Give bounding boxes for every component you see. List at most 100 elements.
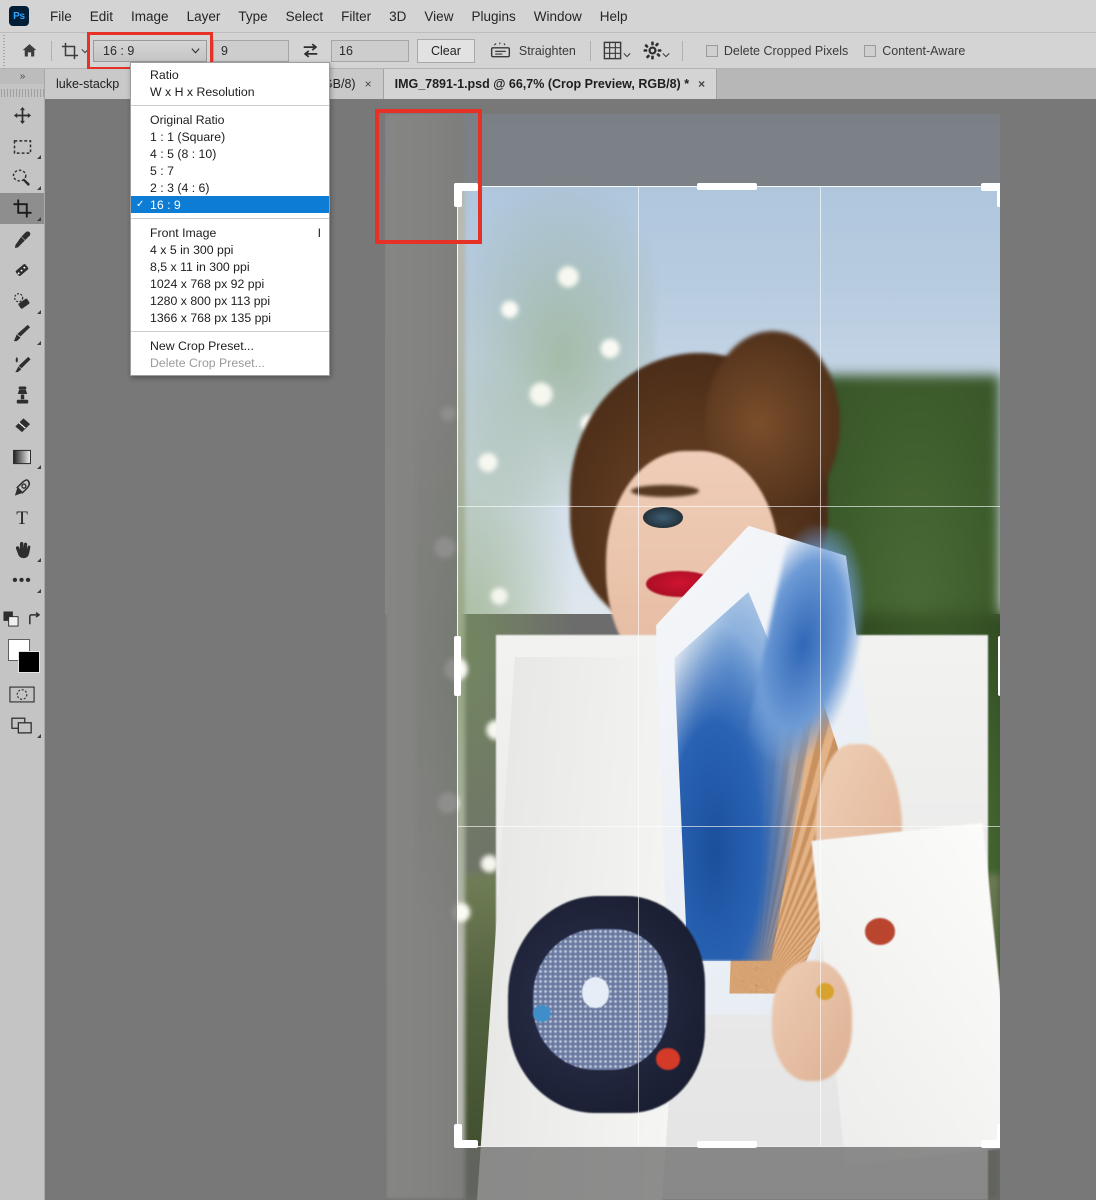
photoshop-logo-icon: Ps — [9, 6, 29, 26]
highlight-annotation-canvas — [375, 109, 482, 244]
crop-handle-middle-left[interactable] — [454, 636, 461, 696]
crop-handle-top-center[interactable] — [697, 183, 757, 190]
tool-patch[interactable] — [0, 286, 44, 317]
dropdown-item[interactable]: New Crop Preset... — [131, 337, 329, 354]
menu-edit[interactable]: Edit — [81, 6, 122, 27]
options-bar-grip[interactable] — [0, 32, 8, 69]
dropdown-item[interactable]: Ratio — [131, 66, 329, 83]
tools-gap — [0, 596, 44, 606]
straighten-icon[interactable] — [489, 41, 512, 60]
tool-lasso[interactable] — [0, 162, 44, 193]
tool-eraser[interactable] — [0, 410, 44, 441]
tool-mixer-brush[interactable] — [0, 348, 44, 379]
crop-preset-dropdown-menu[interactable]: Ratio W x H x Resolution Original Ratio 1 :… — [130, 62, 330, 376]
document-window[interactable] — [385, 114, 1000, 1200]
tool-rectangular-marquee[interactable] — [0, 131, 44, 162]
gear-icon[interactable] — [643, 41, 670, 60]
dropdown-item[interactable]: W x H x Resolution — [131, 83, 329, 100]
crop-ratio-preset-select[interactable]: 16 : 9 — [87, 31, 213, 70]
menu-image[interactable]: Image — [122, 6, 178, 27]
delete-cropped-pixels-checkbox[interactable]: Delete Cropped Pixels — [705, 44, 848, 58]
crop-width-input[interactable]: 16 — [331, 39, 409, 62]
tool-flyout-corner — [37, 217, 41, 221]
dropdown-item[interactable]: 4 x 5 in 300 ppi — [131, 241, 329, 258]
dropdown-separator — [131, 218, 329, 219]
menu-layer[interactable]: Layer — [178, 6, 230, 27]
dropdown-item[interactable]: 2 : 3 (4 : 6) — [131, 179, 329, 196]
document-tab-3[interactable]: IMG_7891-1.psd @ 66,7% (Crop Preview, RG… — [383, 69, 718, 99]
tool-type[interactable]: T — [0, 503, 44, 534]
dropdown-item[interactable]: 5 : 7 — [131, 162, 329, 179]
crop-ratio-value: 16 : 9 — [103, 43, 135, 58]
menu-file[interactable]: File — [41, 6, 81, 27]
dropdown-item-label: Original Ratio — [150, 112, 225, 127]
menu-window[interactable]: Window — [525, 6, 591, 27]
dropdown-item[interactable]: 1280 x 800 px 113 ppi — [131, 292, 329, 309]
tools-panel: » T ••• — [0, 69, 45, 1200]
menu-select[interactable]: Select — [277, 6, 333, 27]
tools-panel-grip[interactable] — [0, 84, 44, 100]
menu-3d[interactable]: 3D — [380, 6, 415, 27]
content-aware-checkbox[interactable]: Content-Aware — [864, 44, 965, 58]
dropdown-item-label: 16 : 9 — [150, 197, 181, 212]
tool-gradient[interactable] — [0, 441, 44, 472]
tool-move[interactable] — [0, 100, 44, 131]
tool-brush[interactable] — [0, 317, 44, 348]
menu-filter[interactable]: Filter — [332, 6, 380, 27]
dropdown-item-label: 1280 x 800 px 113 ppi — [150, 293, 271, 308]
tool-flyout-corner — [37, 589, 41, 593]
dropdown-item[interactable]: 1024 x 768 px 92 ppi — [131, 275, 329, 292]
menu-bar: Ps File Edit Image Layer Type Select Fil… — [0, 0, 1096, 33]
default-colors-icon[interactable] — [2, 611, 19, 632]
photo-inside-crop — [457, 186, 1000, 1146]
crop-height-value: 9 — [221, 43, 228, 58]
dropdown-item-label: 4 x 5 in 300 ppi — [150, 242, 234, 257]
menu-plugins[interactable]: Plugins — [462, 6, 524, 27]
background-color-swatch[interactable] — [18, 651, 40, 673]
color-swatches[interactable] — [0, 637, 44, 679]
grid-overlay-icon[interactable] — [602, 40, 631, 61]
tool-edit-toolbar[interactable]: ••• — [0, 565, 44, 596]
tool-flyout-corner — [37, 341, 41, 345]
tool-spot-healing-brush[interactable] — [0, 255, 44, 286]
swap-arrows-icon[interactable] — [297, 39, 323, 63]
menu-help[interactable]: Help — [591, 6, 637, 27]
tool-hand[interactable] — [0, 534, 44, 565]
crop-handle-top-right-h[interactable] — [981, 183, 1000, 191]
quick-mask-icon[interactable] — [0, 679, 44, 710]
tool-eyedropper[interactable] — [0, 224, 44, 255]
screen-mode-icon[interactable] — [0, 710, 44, 741]
menu-view[interactable]: View — [415, 6, 462, 27]
crop-handle-bottom-left-h[interactable] — [454, 1140, 478, 1148]
dropdown-item[interactable]: 4 : 5 (8 : 10) — [131, 145, 329, 162]
dropdown-item[interactable]: 1366 x 768 px 135 ppi — [131, 309, 329, 326]
document-tab-1[interactable]: luke-stackp — [45, 69, 132, 99]
crop-handle-bottom-right-h[interactable] — [981, 1140, 1000, 1148]
tab-close-icon[interactable]: × — [365, 77, 372, 91]
menu-type[interactable]: Type — [229, 6, 276, 27]
dropdown-item[interactable]: 1 : 1 (Square) — [131, 128, 329, 145]
tab-close-icon[interactable]: × — [698, 77, 705, 91]
tool-crop[interactable] — [0, 193, 44, 224]
crop-handle-middle-right[interactable] — [998, 636, 1000, 696]
dropdown-item-label: 1024 x 768 px 92 ppi — [150, 276, 265, 291]
crop-tool-icon[interactable] — [61, 42, 89, 60]
dropdown-item[interactable]: ✓ 16 : 9 — [131, 196, 329, 213]
dropdown-item[interactable]: 8,5 x 11 in 300 ppi — [131, 258, 329, 275]
dropdown-item[interactable]: Original Ratio — [131, 111, 329, 128]
tool-flyout-corner — [37, 558, 41, 562]
crop-guide-vertical-2 — [820, 186, 821, 1146]
crop-handle-bottom-center[interactable] — [697, 1141, 757, 1148]
crop-selection-region[interactable] — [457, 186, 1000, 1146]
crop-height-input[interactable]: 9 — [213, 39, 289, 62]
swap-colors-icon[interactable] — [27, 611, 42, 632]
clear-button[interactable]: Clear — [417, 38, 475, 63]
straighten-label[interactable]: Straighten — [519, 44, 576, 58]
double-chevron-right-icon[interactable]: » — [0, 69, 44, 84]
options-separator-1 — [51, 40, 52, 61]
tool-clone-stamp[interactable] — [0, 379, 44, 410]
home-icon[interactable] — [14, 38, 44, 64]
options-separator-2 — [589, 40, 591, 61]
dropdown-item[interactable]: Front Image I — [131, 224, 329, 241]
tool-pen[interactable] — [0, 472, 44, 503]
